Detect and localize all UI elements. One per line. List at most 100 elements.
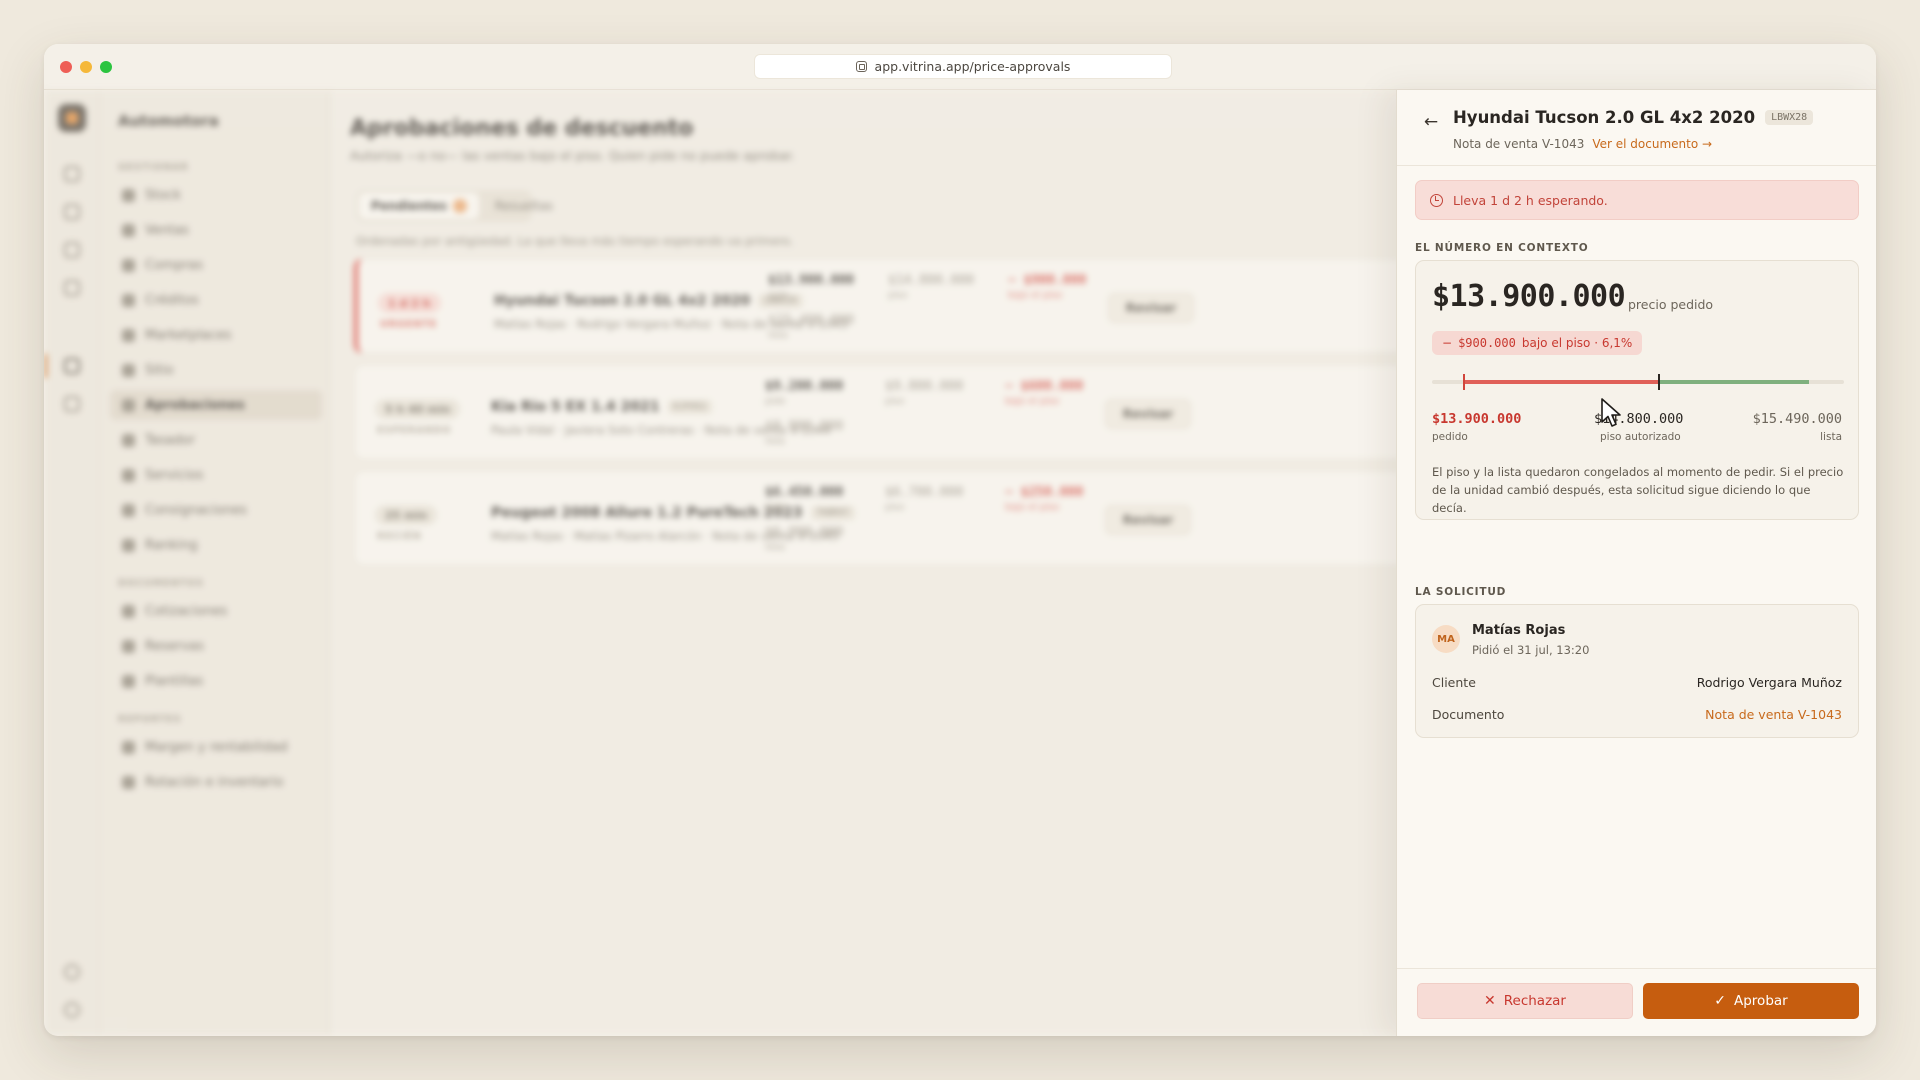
request-row[interactable]: 25 min RECIÉN Peugeot 2008 Allure 1.2 Pu… [354,470,1494,566]
address-bar[interactable]: app.vitrina.app/price-approvals [754,54,1172,79]
wait-badge: 5 h 40 min [375,399,461,419]
sidebar-item-servicios[interactable]: Servicios [110,460,322,490]
sidebar-item-plantillas[interactable]: Plantillas [110,666,322,696]
sidebar: Automotora GESTIONAR Stock Ventas Compra… [100,90,330,1036]
close-icon: ✕ [1484,993,1496,1009]
site-icon [855,61,867,72]
clock-icon [1430,193,1443,207]
chat-icon[interactable] [64,204,80,220]
above-floor-segment [1659,380,1809,384]
asked-caption: pide [768,290,789,301]
refresh-icon [122,775,135,789]
floor-caption: piso [885,396,905,407]
sidebar-item-stock[interactable]: Stock [110,180,322,210]
search-icon[interactable] [64,964,80,980]
count-badge [452,199,467,213]
review-button[interactable]: Revisar [1105,399,1191,429]
flag-icon[interactable] [64,280,80,296]
client-label: Cliente [1432,675,1476,690]
waiting-text: Lleva 1 d 2 h esperando. [1453,192,1608,208]
request-card: MA Matías Rojas Pidió el 31 jul, 13:20 C… [1415,604,1859,738]
sidebar-item-reservas[interactable]: Reservas [110,631,322,661]
sidebar-item-marketplaces[interactable]: Marketplaces [110,320,322,350]
gear-icon[interactable] [64,1002,80,1018]
sidebar-item-cotizaciones[interactable]: Cotizaciones [110,596,322,626]
requester-name: Matías Rojas [1472,623,1566,638]
wrench-icon [122,468,135,482]
maximize-window-button[interactable] [100,61,112,73]
sidebar-item-consignaciones[interactable]: Consignaciones [110,495,322,525]
plate-tag: LBWX28 [1765,110,1814,125]
gauge-icon [122,433,135,447]
sidebar-item-sitio[interactable]: Sitio [110,355,322,385]
sidebar-item-aprobaciones[interactable]: Aprobaciones [110,390,322,420]
cart-icon [122,258,135,272]
wait-badge: 1 d 2 h [378,293,441,313]
vehicle-title: Kia Rio 5 EX 1.4 2021 KJFH52 [491,399,713,415]
request-row[interactable]: 5 h 40 min ESPERANDO Kia Rio 5 EX 1.4 20… [354,364,1494,460]
sidebar-item-ventas[interactable]: Ventas [110,215,322,245]
sidebar-item-rotacion[interactable]: Rotación e inventario [110,767,322,797]
request-timestamp: Pidió el 31 jul, 13:20 [1472,643,1590,657]
users-icon[interactable] [64,242,80,258]
below-floor-segment [1464,380,1659,384]
delta-amount: − $250.000 [1005,485,1084,500]
close-window-button[interactable] [60,61,72,73]
review-button[interactable]: Revisar [1108,293,1194,323]
key-icon [122,398,135,412]
tab-resueltas[interactable]: Resueltas [483,193,565,219]
document-label: Documento [1432,707,1505,722]
rail-active-indicator [44,354,47,378]
plate-tag: KJFH52 [667,400,713,414]
requested-price-caption: precio pedido [1628,297,1714,312]
requested-price: $13.900.000 [1432,279,1626,314]
sidebar-item-creditos[interactable]: Créditos [110,285,322,315]
sidebar-item-ranking[interactable]: Ranking [110,530,322,560]
review-button[interactable]: Revisar [1105,505,1191,535]
delta-caption: bajo el piso [1005,396,1060,407]
asked-caption: pide [765,396,786,407]
panel-footer: ✕ Rechazar ✓ Aprobar [1397,968,1876,1036]
price-context-card: $13.900.000 precio pedido − $900.000 baj… [1415,260,1859,520]
request-section-label: LA SOLICITUD [1415,586,1507,598]
section-label: REPORTES [118,714,182,725]
request-row[interactable]: 1 d 2 h URGENTE Hyundai Tucson 2.0 GL 4x… [354,258,1494,354]
panel-subtitle: Nota de venta V-1043 Ver el documento → [1453,137,1712,151]
sidebar-item-compras[interactable]: Compras [110,250,322,280]
floor-price: $9.800.000 [885,379,964,394]
list-caption: lista [768,330,788,341]
scale-list-caption: lista [1820,431,1842,443]
car-icon[interactable] [64,358,80,374]
scale-list-value: $15.490.000 [1752,411,1842,427]
scale-requested-value: $13.900.000 [1432,411,1522,427]
list-price: $6.990.000 [765,525,844,540]
asked-price: $13.900.000 [768,273,855,288]
reject-button[interactable]: ✕ Rechazar [1417,983,1633,1019]
sidebar-item-tasador[interactable]: Tasador [110,425,322,455]
tab-bar: Pendientes Resueltas [356,190,553,222]
wait-badge: 25 min [375,505,438,525]
list-price: $15.490.000 [768,313,855,328]
status-label: ESPERANDO [377,425,452,436]
megaphone-icon[interactable] [64,396,80,412]
home-icon[interactable] [64,166,80,182]
document-icon [122,604,135,618]
requested-marker [1463,374,1465,390]
below-floor-badge: − $900.000 bajo el piso · 6,1% [1432,331,1643,355]
document-id: Nota de venta V-1043 [1453,137,1585,151]
approve-button[interactable]: ✓ Aprobar [1643,983,1859,1019]
tab-pendientes[interactable]: Pendientes [359,193,479,219]
context-section-label: EL NÚMERO EN CONTEXTO [1415,242,1589,254]
template-icon [122,674,135,688]
sidebar-item-margen[interactable]: Margen y rentabilidad [110,732,322,762]
frozen-price-note: El piso y la lista quedaron congelados a… [1432,465,1844,515]
scale-floor-caption: piso autorizado [1600,431,1681,443]
mouse-pointer-icon [1601,398,1621,427]
minimize-window-button[interactable] [80,61,92,73]
url-text: app.vitrina.app/price-approvals [874,59,1071,74]
document-link[interactable]: Nota de venta V-1043 [1705,707,1842,722]
vehicle-title: Peugeot 2008 Allure 1.2 PureTech 2023 TKB… [491,505,856,521]
status-label: URGENTE [380,319,438,330]
view-document-link[interactable]: Ver el documento → [1592,137,1712,151]
back-arrow-icon[interactable]: ← [1421,112,1441,132]
